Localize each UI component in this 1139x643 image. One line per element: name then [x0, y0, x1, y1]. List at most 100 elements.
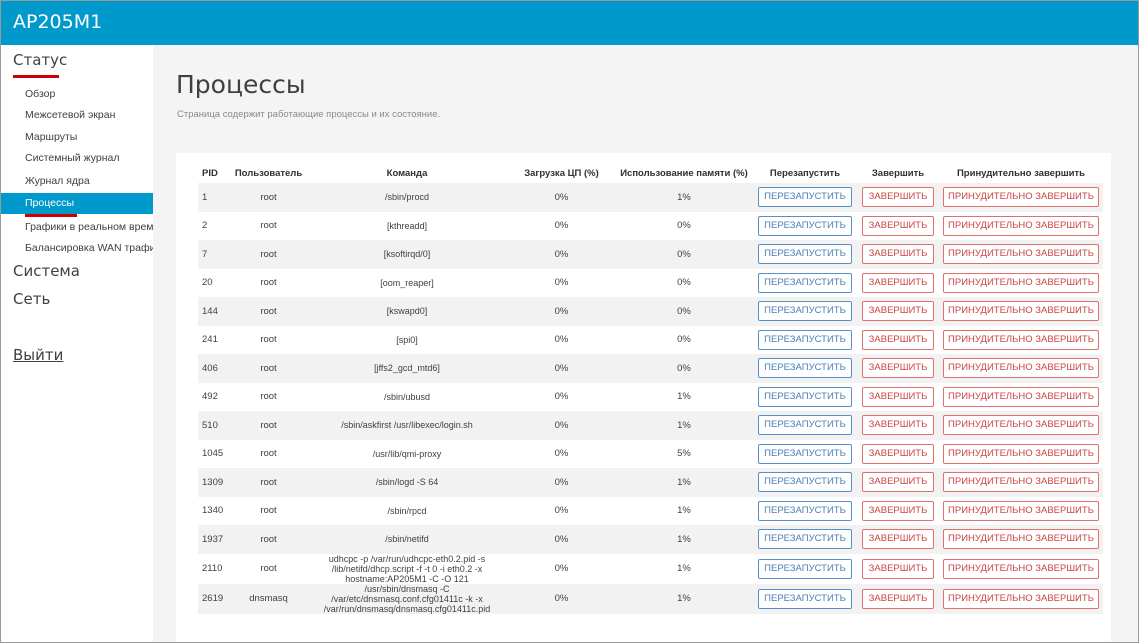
- kill-button[interactable]: ЗАВЕРШИТЬ: [862, 472, 934, 493]
- restart-button[interactable]: ПЕРЕЗАПУСТИТЬ: [758, 329, 852, 350]
- menu-system[interactable]: Система: [13, 262, 80, 280]
- restart-button-cell: ПЕРЕЗАПУСТИТЬ: [753, 583, 857, 614]
- cpu-cell: 0%: [508, 297, 615, 326]
- sidebar-item-wan-balancing[interactable]: Балансировка WAN трафик: [1, 238, 153, 259]
- kill-button[interactable]: ЗАВЕРШИТЬ: [862, 244, 934, 265]
- command-cell: [ksoftirqd/0]: [306, 240, 508, 269]
- restart-button[interactable]: ПЕРЕЗАПУСТИТЬ: [758, 187, 852, 208]
- menu-status[interactable]: Статус: [13, 51, 67, 69]
- pid-cell: 1045: [198, 439, 231, 468]
- force-kill-button[interactable]: ПРИНУДИТЕЛЬНО ЗАВЕРШИТЬ: [943, 558, 1099, 579]
- restart-button-cell: ПЕРЕЗАПУСТИТЬ: [753, 411, 857, 440]
- force-kill-button[interactable]: ПРИНУДИТЕЛЬНО ЗАВЕРШИТЬ: [943, 443, 1099, 464]
- force-kill-button[interactable]: ПРИНУДИТЕЛЬНО ЗАВЕРШИТЬ: [943, 244, 1099, 265]
- restart-button[interactable]: ПЕРЕЗАПУСТИТЬ: [758, 443, 852, 464]
- restart-button-cell: ПЕРЕЗАПУСТИТЬ: [753, 553, 857, 584]
- status-underline: [13, 75, 59, 78]
- user-cell: root: [231, 268, 306, 297]
- restart-button-cell: ПЕРЕЗАПУСТИТЬ: [753, 183, 857, 212]
- restart-button[interactable]: ПЕРЕЗАПУСТИТЬ: [758, 386, 852, 407]
- restart-button[interactable]: ПЕРЕЗАПУСТИТЬ: [758, 301, 852, 322]
- force-kill-button-cell: ПРИНУДИТЕЛЬНО ЗАВЕРШИТЬ: [939, 496, 1103, 525]
- page-subtitle: Страница содержит работающие процессы и …: [177, 109, 441, 120]
- logout-link[interactable]: Выйти: [13, 346, 63, 364]
- command-cell: [oom_reaper]: [306, 268, 508, 297]
- memory-cell: 0%: [615, 240, 753, 269]
- kill-button[interactable]: ЗАВЕРШИТЬ: [862, 529, 934, 550]
- restart-button[interactable]: ПЕРЕЗАПУСТИТЬ: [758, 588, 852, 609]
- menu-network[interactable]: Сеть: [13, 290, 50, 308]
- memory-cell: 1%: [615, 525, 753, 554]
- pid-cell: 1309: [198, 468, 231, 497]
- cpu-cell: 0%: [508, 240, 615, 269]
- restart-button-cell: ПЕРЕЗАПУСТИТЬ: [753, 382, 857, 411]
- force-kill-button-cell: ПРИНУДИТЕЛЬНО ЗАВЕРШИТЬ: [939, 325, 1103, 354]
- restart-button[interactable]: ПЕРЕЗАПУСТИТЬ: [758, 215, 852, 236]
- restart-button-cell: ПЕРЕЗАПУСТИТЬ: [753, 354, 857, 383]
- restart-button[interactable]: ПЕРЕЗАПУСТИТЬ: [758, 244, 852, 265]
- force-kill-button[interactable]: ПРИНУДИТЕЛЬНО ЗАВЕРШИТЬ: [943, 386, 1099, 407]
- force-kill-button[interactable]: ПРИНУДИТЕЛЬНО ЗАВЕРШИТЬ: [943, 472, 1099, 493]
- sidebar-item-kernel-log[interactable]: Журнал ядра: [1, 171, 153, 192]
- force-kill-button[interactable]: ПРИНУДИТЕЛЬНО ЗАВЕРШИТЬ: [943, 500, 1099, 521]
- kill-button[interactable]: ЗАВЕРШИТЬ: [862, 386, 934, 407]
- restart-button[interactable]: ПЕРЕЗАПУСТИТЬ: [758, 500, 852, 521]
- kill-button[interactable]: ЗАВЕРШИТЬ: [862, 215, 934, 236]
- kill-button[interactable]: ЗАВЕРШИТЬ: [862, 272, 934, 293]
- command-cell: [kthreadd]: [306, 211, 508, 240]
- user-cell: root: [231, 183, 306, 212]
- restart-button[interactable]: ПЕРЕЗАПУСТИТЬ: [758, 472, 852, 493]
- force-kill-button[interactable]: ПРИНУДИТЕЛЬНО ЗАВЕРШИТЬ: [943, 588, 1099, 609]
- brand-title[interactable]: AP205M1: [13, 11, 102, 33]
- sidebar-item-processes[interactable]: Процессы: [1, 193, 153, 214]
- user-cell: root: [231, 496, 306, 525]
- kill-button[interactable]: ЗАВЕРШИТЬ: [862, 187, 934, 208]
- page-title: Процессы: [176, 70, 306, 99]
- restart-button-cell: ПЕРЕЗАПУСТИТЬ: [753, 211, 857, 240]
- restart-button[interactable]: ПЕРЕЗАПУСТИТЬ: [758, 272, 852, 293]
- force-kill-button-cell: ПРИНУДИТЕЛЬНО ЗАВЕРШИТЬ: [939, 211, 1103, 240]
- kill-button[interactable]: ЗАВЕРШИТЬ: [862, 500, 934, 521]
- force-kill-button[interactable]: ПРИНУДИТЕЛЬНО ЗАВЕРШИТЬ: [943, 415, 1099, 436]
- restart-button[interactable]: ПЕРЕЗАПУСТИТЬ: [758, 558, 852, 579]
- force-kill-button[interactable]: ПРИНУДИТЕЛЬНО ЗАВЕРШИТЬ: [943, 529, 1099, 550]
- pid-cell: 7: [198, 240, 231, 269]
- force-kill-button[interactable]: ПРИНУДИТЕЛЬНО ЗАВЕРШИТЬ: [943, 272, 1099, 293]
- memory-cell: 1%: [615, 468, 753, 497]
- table-body: 1 root/sbin/procd 0% 1% ПЕРЕЗАПУСТИТЬ ЗАВЕРШИ…: [198, 183, 1103, 614]
- force-kill-button[interactable]: ПРИНУДИТЕЛЬНО ЗАВЕРШИТЬ: [943, 358, 1099, 379]
- force-kill-button[interactable]: ПРИНУДИТЕЛЬНО ЗАВЕРШИТЬ: [943, 301, 1099, 322]
- sidebar-item-firewall[interactable]: Межсетевой экран: [1, 105, 153, 126]
- restart-button-cell: ПЕРЕЗАПУСТИТЬ: [753, 468, 857, 497]
- restart-button-cell: ПЕРЕЗАПУСТИТЬ: [753, 496, 857, 525]
- kill-button-cell: ЗАВЕРШИТЬ: [857, 211, 939, 240]
- kill-button[interactable]: ЗАВЕРШИТЬ: [862, 301, 934, 322]
- kill-button[interactable]: ЗАВЕРШИТЬ: [862, 588, 934, 609]
- kill-button[interactable]: ЗАВЕРШИТЬ: [862, 443, 934, 464]
- kill-button[interactable]: ЗАВЕРШИТЬ: [862, 415, 934, 436]
- sidebar-item-overview[interactable]: Обзор: [1, 84, 153, 105]
- sidebar-item-syslog[interactable]: Системный журнал: [1, 148, 153, 169]
- force-kill-button[interactable]: ПРИНУДИТЕЛЬНО ЗАВЕРШИТЬ: [943, 329, 1099, 350]
- kill-button-cell: ЗАВЕРШИТЬ: [857, 553, 939, 584]
- force-kill-button-cell: ПРИНУДИТЕЛЬНО ЗАВЕРШИТЬ: [939, 268, 1103, 297]
- restart-button[interactable]: ПЕРЕЗАПУСТИТЬ: [758, 415, 852, 436]
- kill-button[interactable]: ЗАВЕРШИТЬ: [862, 329, 934, 350]
- user-cell: root: [231, 240, 306, 269]
- restart-button-cell: ПЕРЕЗАПУСТИТЬ: [753, 525, 857, 554]
- memory-cell: 0%: [615, 354, 753, 383]
- table-row: 510 root/sbin/askfirst /usr/libexec/login…: [198, 411, 1103, 440]
- restart-button-cell: ПЕРЕЗАПУСТИТЬ: [753, 268, 857, 297]
- restart-button[interactable]: ПЕРЕЗАПУСТИТЬ: [758, 529, 852, 550]
- force-kill-button[interactable]: ПРИНУДИТЕЛЬНО ЗАВЕРШИТЬ: [943, 215, 1099, 236]
- force-kill-button[interactable]: ПРИНУДИТЕЛЬНО ЗАВЕРШИТЬ: [943, 187, 1099, 208]
- kill-button[interactable]: ЗАВЕРШИТЬ: [862, 558, 934, 579]
- sidebar-item-realtime-graphs[interactable]: Графики в реальном време: [1, 217, 153, 238]
- table-row: 2619 dnsmasq/usr/sbin/dnsmasq -C /var/etc…: [198, 583, 1103, 614]
- kill-button[interactable]: ЗАВЕРШИТЬ: [862, 358, 934, 379]
- sidebar-item-routes[interactable]: Маршруты: [1, 127, 153, 148]
- kill-button-cell: ЗАВЕРШИТЬ: [857, 468, 939, 497]
- header-user: Пользователь: [234, 167, 303, 179]
- restart-button[interactable]: ПЕРЕЗАПУСТИТЬ: [758, 358, 852, 379]
- command-cell: /usr/lib/qmi-proxy: [306, 439, 508, 468]
